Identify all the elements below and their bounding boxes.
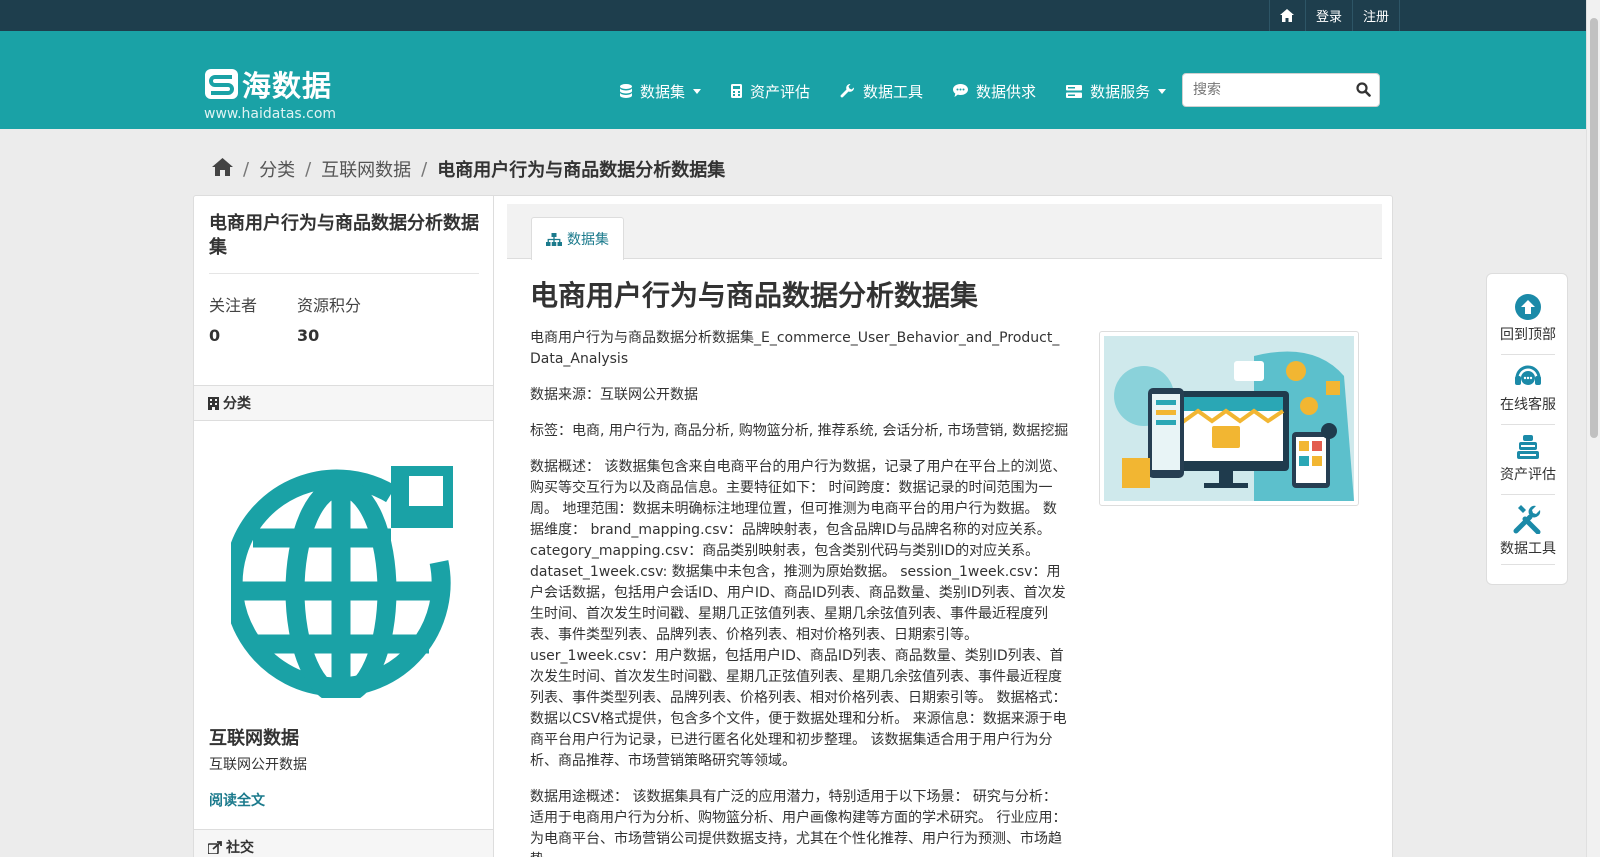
nav-asset-eval-label: 资产评估: [750, 82, 811, 101]
tab-bar: 数据集: [507, 204, 1382, 260]
home-icon: [212, 157, 233, 176]
nav-data-supply[interactable]: 数据供求: [953, 81, 1036, 102]
nav-data-tools-label: 数据工具: [863, 82, 924, 101]
points-stat: 资源积分 30: [297, 292, 361, 345]
back-to-top-button[interactable]: 回到顶部: [1498, 294, 1558, 354]
sidebar-title: 电商用户行为与商品数据分析数据集: [209, 213, 479, 258]
tools-icon: [1513, 505, 1541, 534]
logo-mark-icon: [205, 69, 238, 99]
nav-data-services[interactable]: 数据服务: [1066, 81, 1167, 102]
calculator-icon: [731, 84, 743, 98]
followers-value: 0: [209, 326, 221, 345]
divider: [1501, 354, 1555, 355]
search-button[interactable]: [1356, 82, 1371, 101]
breadcrumb-internet-data[interactable]: 互联网数据: [321, 156, 411, 182]
nav-asset-eval[interactable]: 资产评估: [731, 81, 810, 102]
category-description: 互联网公开数据: [209, 757, 307, 773]
site-header: 海数据 www.haidatas.com 数据集 资产评估 数据工具 数据供求 …: [0, 31, 1586, 129]
tab-dataset[interactable]: 数据集: [531, 217, 624, 260]
chevron-down-icon: [693, 88, 702, 94]
breadcrumb: / 分类 / 互联网数据 / 电商用户行为与商品数据分析数据集: [212, 156, 725, 182]
search-box: [1182, 73, 1380, 107]
share-icon: [208, 840, 222, 854]
wrench-icon: [840, 83, 855, 97]
description-paragraph: 数据来源：互联网公开数据: [530, 387, 698, 403]
user-links: 登录 注册: [1268, 0, 1400, 31]
dataset-container: 电商用户行为与商品数据分析数据集 关注者 0 资源积分 30 分类 互联网数据 …: [193, 195, 1393, 857]
tab-dataset-label: 数据集: [567, 232, 609, 248]
register-link[interactable]: 注册: [1351, 0, 1400, 31]
category-name: 互联网数据: [209, 728, 299, 749]
nav-datasets[interactable]: 数据集: [620, 81, 702, 102]
coins-icon: [1517, 435, 1539, 459]
description-paragraph: 电商用户行为与商品数据分析数据集_E_commerce_User_Behavio…: [530, 330, 1060, 367]
asset-eval-label: 资产评估: [1500, 467, 1556, 483]
followers-label: 关注者: [209, 296, 258, 315]
asset-eval-button[interactable]: 资产评估: [1498, 434, 1558, 494]
floating-toolbar: 回到顶部 在线客服 资产评估 数据工具: [1486, 273, 1568, 585]
breadcrumb-separator: /: [421, 158, 428, 180]
ecommerce-illustration: [1104, 336, 1354, 501]
top-bar: 登录 注册: [0, 0, 1586, 31]
globe-icon: [231, 466, 453, 698]
login-link[interactable]: 登录: [1304, 0, 1352, 31]
page-scrollbar[interactable]: [1586, 0, 1600, 857]
home-icon: [1280, 9, 1295, 22]
breadcrumb-home[interactable]: [212, 157, 233, 181]
divider: [1501, 564, 1555, 565]
data-tools-label: 数据工具: [1500, 541, 1556, 557]
points-label: 资源积分: [297, 296, 362, 315]
sidebar: 电商用户行为与商品数据分析数据集 关注者 0 资源积分 30 分类 互联网数据 …: [194, 196, 494, 857]
followers-stat: 关注者 0: [209, 292, 257, 345]
category-header-label: 分类: [223, 396, 251, 412]
description-paragraph: 数据用途概述： 该数据集具有广泛的应用潜力，特别适用于以下场景： 研究与分析：适…: [530, 789, 1067, 857]
site-logo[interactable]: 海数据: [205, 63, 332, 105]
main-nav: 数据集 资产评估 数据工具 数据供求 数据服务: [620, 73, 1196, 109]
search-input[interactable]: [1183, 74, 1333, 106]
breadcrumb-current: 电商用户行为与商品数据分析数据集: [437, 160, 726, 181]
chat-icon: [953, 84, 969, 97]
chevron-down-icon: [1158, 88, 1167, 94]
dataset-description: 电商用户行为与商品数据分析数据集_E_commerce_User_Behavio…: [530, 328, 1070, 857]
nav-data-supply-label: 数据供求: [976, 82, 1037, 101]
divider: [1501, 494, 1555, 495]
page-title: 电商用户行为与商品数据分析数据集: [530, 279, 979, 312]
building-icon: [208, 396, 219, 410]
nav-data-services-label: 数据服务: [1090, 82, 1151, 101]
category-section-header: 分类: [194, 385, 493, 421]
dataset-thumbnail: [1099, 331, 1359, 506]
breadcrumb-separator: /: [305, 158, 312, 180]
sitemap-icon: [546, 232, 562, 246]
divider: [209, 273, 479, 274]
read-more-link[interactable]: 阅读全文: [209, 790, 265, 810]
database-icon: [620, 84, 632, 98]
arrow-up-circle-icon: [1515, 294, 1541, 320]
breadcrumb-separator: /: [243, 158, 250, 180]
scrollbar-thumb[interactable]: [1590, 18, 1598, 438]
online-service-label: 在线客服: [1500, 397, 1556, 413]
home-link[interactable]: [1268, 0, 1305, 31]
nav-datasets-label: 数据集: [640, 82, 686, 101]
nav-data-tools[interactable]: 数据工具: [840, 81, 923, 102]
divider: [1501, 424, 1555, 425]
back-to-top-label: 回到顶部: [1500, 327, 1556, 343]
logo-text: 海数据: [242, 69, 333, 103]
points-value: 30: [297, 326, 320, 345]
search-icon: [1356, 82, 1371, 97]
headset-icon: [1515, 365, 1541, 385]
online-service-button[interactable]: 在线客服: [1498, 364, 1558, 424]
description-paragraph: 标签：电商, 用户行为, 商品分析, 购物篮分析, 推荐系统, 会话分析, 市场…: [530, 423, 1069, 439]
data-tools-button[interactable]: 数据工具: [1498, 504, 1558, 564]
server-icon: [1066, 84, 1083, 98]
description-paragraph: 数据概述： 该数据集包含来自电商平台的用户行为数据，记录了用户在平台上的浏览、购…: [530, 459, 1067, 769]
site-url: www.haidatas.com: [204, 106, 337, 122]
breadcrumb-category[interactable]: 分类: [259, 156, 295, 182]
social-header-label: 社交: [226, 840, 254, 856]
social-section-header: 社交: [194, 829, 493, 857]
